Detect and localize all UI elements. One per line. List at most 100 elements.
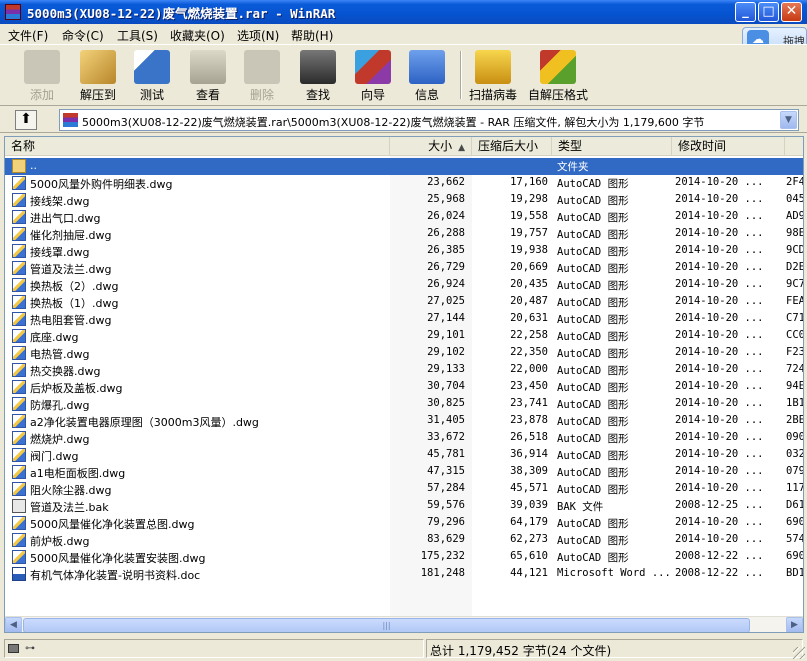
file-row[interactable]: 换热板（2）.dwg 26,924 20,435 AutoCAD 图形 2014-10-… xyxy=(5,277,803,294)
file-row[interactable]: 电热管.dwg 29,102 22,350 AutoCAD 图形 2014-10-20 … xyxy=(5,345,803,362)
column-header-packed[interactable]: 压缩后大小 xyxy=(472,137,552,156)
file-size: 30,704 xyxy=(427,380,465,392)
file-modified: 2014-10-20 ... xyxy=(675,193,764,205)
column-headers: 名称 大小 ▲ 压缩后大小 类型 修改时间 xyxy=(5,137,803,156)
sfx-button[interactable]: 自解压格式 xyxy=(526,45,590,105)
file-name: 管道及法兰.dwg xyxy=(30,263,112,276)
file-type: AutoCAD 图形 xyxy=(557,365,629,377)
delete-button[interactable]: 删除 xyxy=(238,45,286,105)
autocad-file-icon xyxy=(12,227,26,241)
file-row[interactable]: 燃烧炉.dwg 33,672 26,518 AutoCAD 图形 2014-10-20 … xyxy=(5,430,803,447)
file-name: 换热板（1）.dwg xyxy=(30,297,119,310)
file-modified: 2014-10-20 ... xyxy=(675,261,764,273)
wizard-button[interactable]: 向导 xyxy=(349,45,397,105)
file-modified: 2014-10-20 ... xyxy=(675,244,764,256)
file-type: AutoCAD 图形 xyxy=(557,348,629,360)
file-row[interactable]: 后炉板及盖板.dwg 30,704 23,450 AutoCAD 图形 2014-10-… xyxy=(5,379,803,396)
file-row[interactable]: 换热板（1）.dwg 27,025 20,487 AutoCAD 图形 2014-10-… xyxy=(5,294,803,311)
bak-file-icon xyxy=(12,499,26,513)
file-row[interactable]: 接线架.dwg 25,968 19,298 AutoCAD 图形 2014-10-20 … xyxy=(5,192,803,209)
horizontal-scrollbar[interactable]: ◀ ||| ▶ xyxy=(5,616,803,632)
file-row[interactable]: a1电柜面板图.dwg 47,315 38,309 AutoCAD 图形 2014-10… xyxy=(5,464,803,481)
column-header-size[interactable]: 大小 ▲ xyxy=(390,137,472,156)
file-packed-size: 23,741 xyxy=(510,397,548,409)
add-icon xyxy=(24,50,60,84)
column-header-name[interactable]: 名称 xyxy=(5,137,390,156)
file-name: 有机气体净化装置-说明书资料.doc xyxy=(30,569,201,582)
file-type: AutoCAD 图形 xyxy=(557,314,629,326)
file-size: 27,025 xyxy=(427,295,465,307)
file-row[interactable]: 有机气体净化装置-说明书资料.doc 181,248 44,121 Microsoft… xyxy=(5,566,803,583)
file-name: 后炉板及盖板.dwg xyxy=(30,382,123,395)
extract-to-icon xyxy=(80,50,116,84)
autocad-file-icon xyxy=(12,482,26,496)
virus-scan-button[interactable]: 扫描病毒 xyxy=(466,45,520,105)
info-button[interactable]: 信息 xyxy=(403,45,451,105)
view-button[interactable]: 查看 xyxy=(184,45,232,105)
delete-icon xyxy=(244,50,280,84)
file-list[interactable]: 名称 大小 ▲ 压缩后大小 类型 修改时间 .. 文件夹 5000风量外购件明细表.d… xyxy=(4,136,804,633)
file-row[interactable]: 接线罩.dwg 26,385 19,938 AutoCAD 图形 2014-10-20 … xyxy=(5,243,803,260)
minimize-button[interactable]: _ xyxy=(735,2,756,22)
file-size: 29,133 xyxy=(427,363,465,375)
file-row[interactable]: 底座.dwg 29,101 22,258 AutoCAD 图形 2014-10-20 .… xyxy=(5,328,803,345)
file-row[interactable]: 5000风量外购件明细表.dwg 23,662 17,160 AutoCAD 图形 20… xyxy=(5,175,804,192)
file-type: AutoCAD 图形 xyxy=(557,331,629,343)
scroll-left-button[interactable]: ◀ xyxy=(5,617,22,632)
file-row[interactable]: 5000风量催化净化装置总图.dwg 79,296 64,179 AutoCAD 图形… xyxy=(5,515,803,532)
autocad-file-icon xyxy=(12,210,26,224)
file-size: 57,284 xyxy=(427,482,465,494)
scroll-thumb[interactable]: ||| xyxy=(23,618,750,632)
menu-options[interactable]: 选项(N) xyxy=(237,27,279,44)
file-size: 23,662 xyxy=(427,176,465,188)
file-row[interactable]: 阻火除尘器.dwg 57,284 45,571 AutoCAD 图形 2014-10-2… xyxy=(5,481,803,498)
menu-file[interactable]: 文件(F) xyxy=(8,27,48,44)
file-type: AutoCAD 图形 xyxy=(557,450,629,462)
file-name: 阀门.dwg xyxy=(30,450,79,463)
file-row[interactable]: 热交换器.dwg 29,133 22,000 AutoCAD 图形 2014-10-20… xyxy=(5,362,803,379)
file-row[interactable]: 进出气口.dwg 26,024 19,558 AutoCAD 图形 2014-10-20… xyxy=(5,209,803,226)
file-row[interactable]: 管道及法兰.bak 59,576 39,039 BAK 文件 2008-12-25 ..… xyxy=(5,498,803,515)
column-header-modified[interactable]: 修改时间 xyxy=(672,137,785,156)
parent-folder-row[interactable]: .. 文件夹 xyxy=(5,158,803,175)
extract-to-button[interactable]: 解压到 xyxy=(74,45,122,105)
file-size: 26,385 xyxy=(427,244,465,256)
folder-icon xyxy=(12,159,26,173)
column-header-crc[interactable] xyxy=(785,137,803,156)
find-button[interactable]: 查找 xyxy=(294,45,342,105)
file-row[interactable]: a2净化装置电器原理图（3000m3风量）.dwg 31,405 23,878 Aut… xyxy=(5,413,803,430)
menu-commands[interactable]: 命令(C) xyxy=(62,27,104,44)
file-packed-size: 38,309 xyxy=(510,465,548,477)
file-name: 热电阻套管.dwg xyxy=(30,314,112,327)
resize-grip[interactable] xyxy=(793,647,805,659)
add-button[interactable]: 添加 xyxy=(18,45,66,105)
title-bar[interactable]: 5000m3(XU08-12-22)废气燃烧装置.rar - WinRAR _ … xyxy=(0,0,807,24)
maximize-button[interactable]: □ xyxy=(758,2,779,22)
file-row[interactable]: 防爆孔.dwg 30,825 23,741 AutoCAD 图形 2014-10-20 … xyxy=(5,396,803,413)
menu-favorites[interactable]: 收藏夹(O) xyxy=(170,27,225,44)
file-size: 31,405 xyxy=(427,414,465,426)
close-button[interactable]: ✕ xyxy=(781,2,802,22)
file-size: 26,924 xyxy=(427,278,465,290)
file-packed-size: 19,558 xyxy=(510,210,548,222)
winrar-app-icon[interactable] xyxy=(5,4,21,20)
file-crc: 2F4 xyxy=(786,176,804,188)
file-row[interactable]: 5000风量催化净化装置安装图.dwg 175,232 65,610 AutoCAD … xyxy=(5,549,804,566)
menu-tools[interactable]: 工具(S) xyxy=(117,27,158,44)
view-icon xyxy=(190,50,226,84)
column-header-type[interactable]: 类型 xyxy=(552,137,672,156)
autocad-file-icon xyxy=(12,329,26,343)
archive-path-field[interactable]: 5000m3(XU08-12-22)废气燃烧装置.rar\5000m3(XU08… xyxy=(59,109,799,131)
menu-help[interactable]: 帮助(H) xyxy=(291,27,333,44)
file-name: 阻火除尘器.dwg xyxy=(30,484,112,497)
file-crc: 690 xyxy=(786,550,804,562)
file-row[interactable]: 前炉板.dwg 83,629 62,273 AutoCAD 图形 2014-10-20 … xyxy=(5,532,803,549)
path-dropdown-button[interactable]: ▼ xyxy=(780,111,797,129)
file-row[interactable]: 热电阻套管.dwg 27,144 20,631 AutoCAD 图形 2014-10-2… xyxy=(5,311,803,328)
test-button[interactable]: 测试 xyxy=(128,45,176,105)
up-folder-button[interactable]: ⬆ xyxy=(15,110,37,130)
file-row[interactable]: 催化剂抽屉.dwg 26,288 19,757 AutoCAD 图形 2014-10-2… xyxy=(5,226,803,243)
file-row[interactable]: 管道及法兰.dwg 26,729 20,669 AutoCAD 图形 2014-10-2… xyxy=(5,260,803,277)
file-row[interactable]: 阀门.dwg 45,781 36,914 AutoCAD 图形 2014-10-20 .… xyxy=(5,447,803,464)
scroll-right-button[interactable]: ▶ xyxy=(786,617,803,632)
